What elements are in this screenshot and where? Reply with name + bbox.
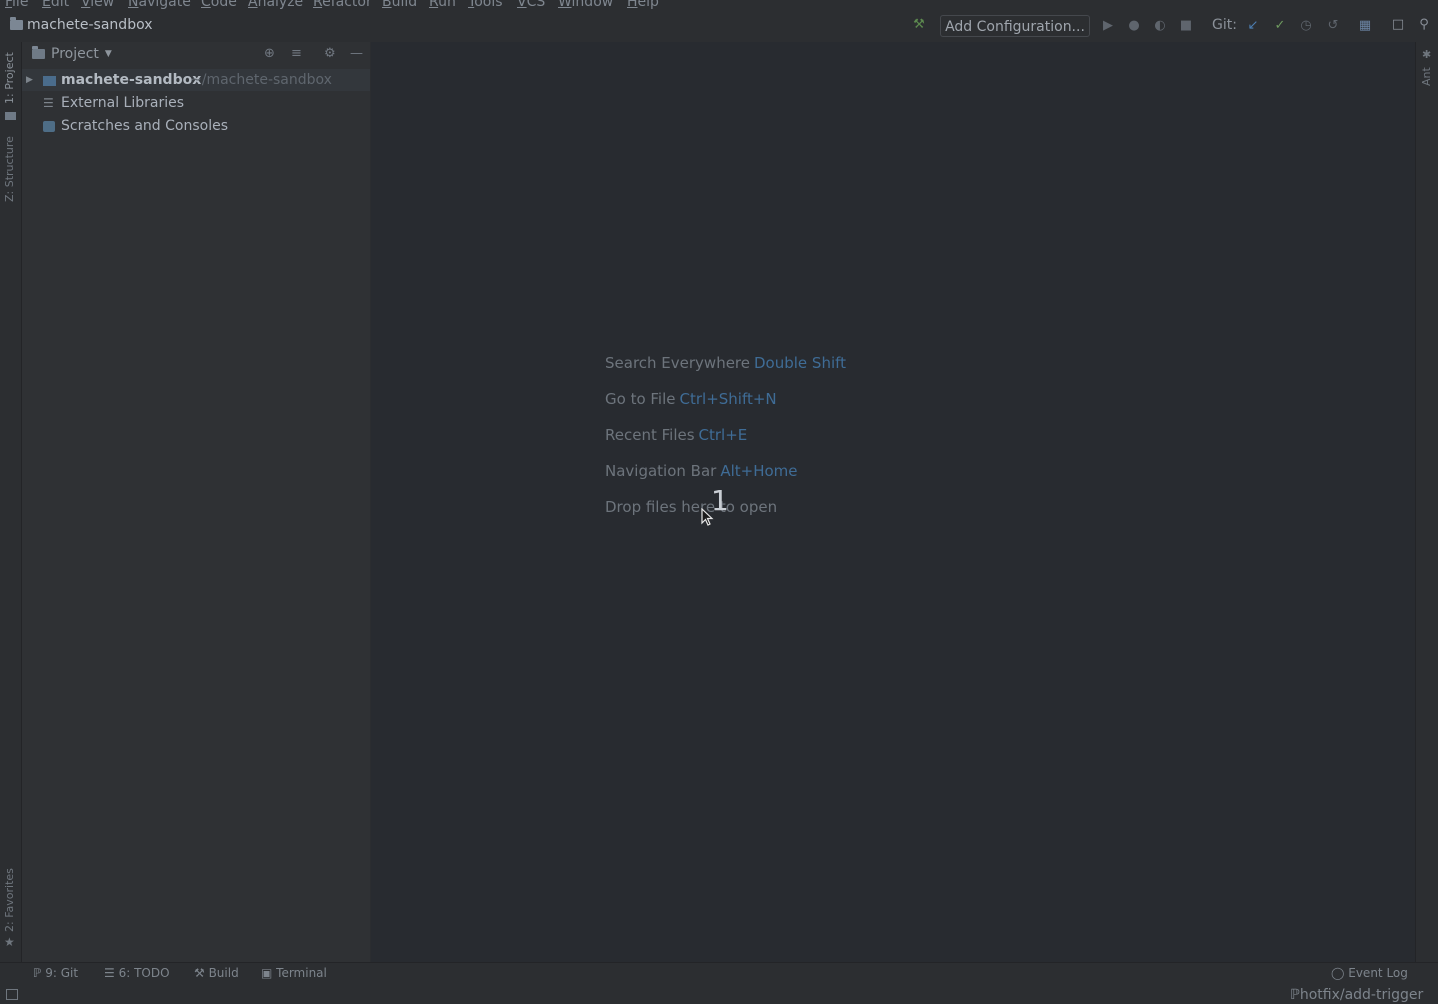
folder-icon	[10, 17, 23, 30]
hint-shortcut: Ctrl+Shift+N	[679, 390, 777, 408]
build-hammer-icon[interactable]: ⚒	[910, 17, 928, 33]
navigation-bar: machete-sandbox ⚒ Add Configuration... ▶…	[0, 12, 1438, 42]
menu-navigate[interactable]: Navigate	[128, 0, 191, 10]
breadcrumb[interactable]: machete-sandbox	[10, 17, 153, 33]
run-icon[interactable]: ▶	[1099, 18, 1117, 34]
star-icon: ★	[4, 935, 15, 949]
git-update-icon[interactable]: ↙	[1244, 18, 1262, 34]
tool-tab-terminal-label: Terminal	[276, 966, 327, 980]
hint-recent-files: Recent Files Ctrl+E	[605, 426, 747, 444]
tool-tab-terminal[interactable]: ▣ Terminal	[261, 966, 327, 980]
mouse-cursor-icon	[701, 508, 714, 526]
hint-label: Go to File	[605, 390, 676, 408]
menu-code[interactable]: Code	[201, 0, 237, 10]
menu-build[interactable]: Build	[382, 0, 417, 10]
history-icon[interactable]: ◷	[1297, 18, 1315, 34]
locate-icon[interactable]: ⊕	[264, 46, 275, 61]
menu-tools[interactable]: Tools	[468, 0, 503, 10]
hint-shortcut: Double Shift	[754, 354, 847, 372]
tool-tab-favorites[interactable]: 2: Favorites	[3, 868, 16, 932]
stop-icon[interactable]: ■	[1177, 18, 1195, 34]
hint-search-everywhere: Search Everywhere Double Shift	[605, 354, 846, 372]
rollback-icon[interactable]: ↺	[1324, 18, 1342, 34]
tool-tab-structure[interactable]: Z: Structure	[3, 136, 16, 202]
module-folder-icon	[43, 76, 56, 86]
bottom-tool-bar: ℙ 9: Git ☰ 6: TODO ⚒ Build ▣ Terminal ◯ …	[0, 962, 1438, 1004]
right-tool-stripe: ✱ Ant	[1415, 42, 1438, 962]
tool-tab-project[interactable]: 1: Project	[3, 52, 16, 104]
tree-item-external-libraries[interactable]: ☰ External Libraries	[22, 92, 370, 114]
menu-analyze[interactable]: Analyze	[248, 0, 303, 10]
presentation-icon[interactable]: □	[1389, 17, 1407, 33]
search-icon[interactable]: ⚲	[1415, 17, 1433, 33]
git-branch-widget[interactable]: ℙhotfix/add-trigger	[1290, 987, 1423, 1003]
project-folder-icon	[5, 112, 16, 120]
debug-icon[interactable]: ●	[1125, 18, 1143, 34]
minimize-icon[interactable]: —	[350, 46, 363, 61]
menu-bar: File Edit View Navigate Code Analyze Ref…	[0, 0, 1438, 12]
tool-tab-ant[interactable]: Ant	[1420, 67, 1433, 86]
hint-label: Navigation Bar	[605, 462, 717, 480]
left-tool-stripe: 1: Project Z: Structure 2: Favorites ★	[0, 42, 22, 962]
project-view-selector[interactable]: Project ▼	[32, 46, 112, 62]
menu-view[interactable]: View	[81, 0, 114, 10]
hint-label: Drop files here to open	[605, 498, 778, 516]
menu-window[interactable]: Window	[558, 0, 613, 10]
menu-run[interactable]: Run	[429, 0, 456, 10]
project-title: Project	[51, 46, 99, 62]
menu-help[interactable]: Help	[627, 0, 659, 10]
git-commit-icon[interactable]: ✓	[1271, 18, 1289, 34]
event-log-label: Event Log	[1348, 966, 1408, 980]
hint-shortcut: Alt+Home	[720, 462, 798, 480]
hint-label: Search Everywhere	[605, 354, 750, 372]
menu-file[interactable]: File	[5, 0, 28, 10]
coverage-icon[interactable]: ◐	[1151, 18, 1169, 34]
menu-edit[interactable]: Edit	[42, 0, 69, 10]
tool-tab-git[interactable]: ℙ 9: Git	[33, 966, 78, 980]
git-branch-name: hotfix/add-trigger	[1299, 987, 1424, 1003]
tool-tab-build-label: Build	[208, 966, 239, 980]
scratches-icon	[43, 121, 55, 132]
tool-tab-todo[interactable]: ☰ 6: TODO	[104, 966, 170, 980]
hint-shortcut: Ctrl+E	[698, 426, 748, 444]
ant-icon: ✱	[1422, 48, 1432, 61]
hint-drop-files: Drop files here to open	[605, 498, 777, 516]
tree-item-project-root[interactable]: ▶ machete-sandbox ~/machete-sandbox	[22, 69, 370, 91]
library-icon: ☰	[43, 96, 54, 110]
editor-empty-area[interactable]: Search Everywhere Double Shift Go to File…	[371, 42, 1415, 962]
gear-icon[interactable]: ⚙	[324, 46, 336, 61]
project-panel: Project ▼ ⊕ ≡ ⚙ — ▶ machete-sandbox ~/ma…	[22, 42, 370, 962]
chevron-right-icon: ▶	[26, 75, 33, 85]
tool-tab-todo-label: 6: TODO	[118, 966, 170, 980]
chevron-down-icon: ▼	[104, 49, 112, 59]
project-view-icon	[32, 46, 45, 59]
event-log-button[interactable]: ◯ Event Log	[1331, 966, 1408, 980]
menu-refactor[interactable]: Refactor	[313, 0, 372, 10]
collapse-all-icon[interactable]: ≡	[291, 46, 302, 61]
project-panel-header: Project ▼ ⊕ ≡ ⚙ —	[22, 42, 370, 68]
tool-tab-git-label: 9: Git	[45, 966, 79, 980]
toggle-tool-windows-icon[interactable]	[6, 989, 18, 1000]
tree-item-label: External Libraries	[61, 95, 184, 111]
hint-label: Recent Files	[605, 426, 695, 444]
menu-vcs[interactable]: VCS	[517, 0, 545, 10]
tree-item-scratches[interactable]: Scratches and Consoles	[22, 115, 370, 137]
hint-navigation-bar: Navigation Bar Alt+Home	[605, 462, 798, 480]
add-configuration-button[interactable]: Add Configuration...	[940, 15, 1090, 37]
hint-go-to-file: Go to File Ctrl+Shift+N	[605, 390, 777, 408]
tree-item-path: ~/machete-sandbox	[190, 72, 332, 88]
project-structure-icon[interactable]: ▦	[1356, 18, 1374, 34]
tree-item-label: Scratches and Consoles	[61, 118, 228, 134]
tool-tab-build[interactable]: ⚒ Build	[194, 966, 239, 980]
tree-item-label: machete-sandbox	[61, 72, 202, 88]
git-label: Git:	[1212, 17, 1237, 33]
breadcrumb-project: machete-sandbox	[27, 17, 153, 33]
